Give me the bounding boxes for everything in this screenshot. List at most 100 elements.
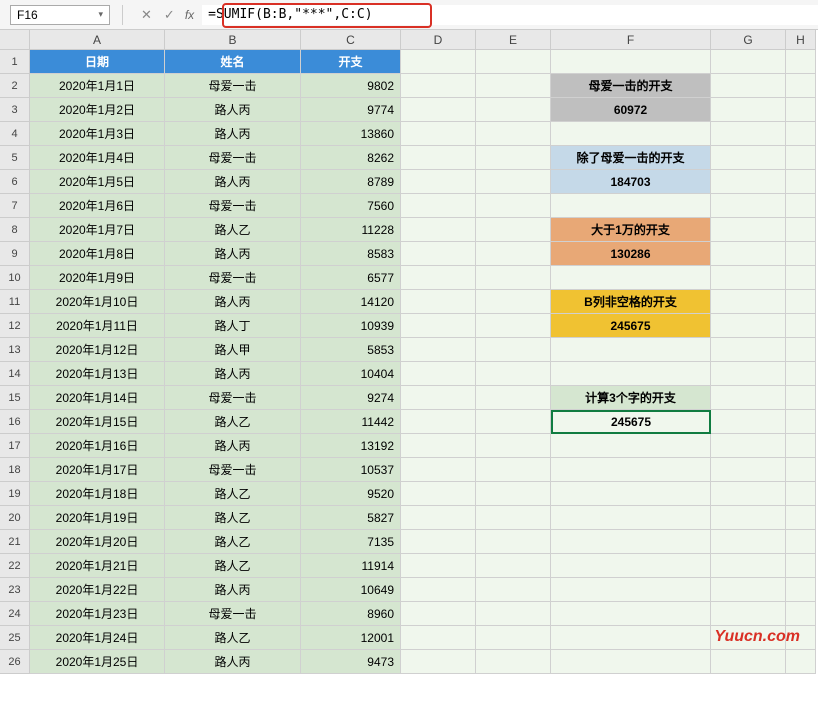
cell-c[interactable]: 14120 (301, 290, 401, 314)
cell-b[interactable]: 路人乙 (165, 218, 301, 242)
row-header[interactable]: 7 (0, 194, 30, 218)
cell[interactable] (476, 194, 551, 218)
cell-a[interactable]: 2020年1月2日 (30, 98, 165, 122)
cell-b[interactable]: 路人丙 (165, 170, 301, 194)
cell[interactable] (476, 506, 551, 530)
row-header[interactable]: 21 (0, 530, 30, 554)
summary-cell[interactable]: B列非空格的开支 (551, 290, 711, 314)
cell-b[interactable]: 路人丙 (165, 242, 301, 266)
cell-b[interactable]: 母爱一击 (165, 266, 301, 290)
cell-a[interactable]: 2020年1月18日 (30, 482, 165, 506)
cell[interactable] (711, 242, 786, 266)
cell-a[interactable]: 2020年1月6日 (30, 194, 165, 218)
row-header[interactable]: 10 (0, 266, 30, 290)
cell-b[interactable]: 路人乙 (165, 626, 301, 650)
cell-b[interactable]: 母爱一击 (165, 194, 301, 218)
row-header[interactable]: 12 (0, 314, 30, 338)
cell-a[interactable]: 2020年1月24日 (30, 626, 165, 650)
cell-c[interactable]: 11442 (301, 410, 401, 434)
cell[interactable] (476, 290, 551, 314)
cell-a[interactable]: 2020年1月5日 (30, 170, 165, 194)
cell-b[interactable]: 路人乙 (165, 530, 301, 554)
cell[interactable] (551, 338, 711, 362)
cell[interactable] (786, 194, 816, 218)
cell[interactable] (476, 578, 551, 602)
cell[interactable] (786, 242, 816, 266)
cell[interactable] (476, 266, 551, 290)
cell[interactable] (476, 170, 551, 194)
cell[interactable] (711, 122, 786, 146)
row-header[interactable]: 8 (0, 218, 30, 242)
cell[interactable] (476, 482, 551, 506)
cell[interactable] (711, 290, 786, 314)
cell-b[interactable]: 母爱一击 (165, 74, 301, 98)
cell[interactable] (401, 434, 476, 458)
cell-c[interactable]: 9473 (301, 650, 401, 674)
cell-a[interactable]: 2020年1月11日 (30, 314, 165, 338)
col-header[interactable]: A (30, 30, 165, 50)
cell[interactable] (476, 530, 551, 554)
col-header[interactable]: B (165, 30, 301, 50)
cell[interactable] (711, 482, 786, 506)
row-header[interactable]: 1 (0, 50, 30, 74)
cell-c[interactable]: 6577 (301, 266, 401, 290)
cell[interactable] (401, 98, 476, 122)
row-header[interactable]: 3 (0, 98, 30, 122)
cell[interactable] (551, 530, 711, 554)
formula-input[interactable] (202, 5, 818, 25)
cell-b[interactable]: 路人乙 (165, 410, 301, 434)
cell-b[interactable]: 路人丙 (165, 434, 301, 458)
cell[interactable] (551, 458, 711, 482)
row-header[interactable]: 25 (0, 626, 30, 650)
cell[interactable] (786, 602, 816, 626)
cell-c[interactable]: 11914 (301, 554, 401, 578)
row-header[interactable]: 14 (0, 362, 30, 386)
cell[interactable] (401, 338, 476, 362)
cell[interactable] (551, 50, 711, 74)
cell[interactable] (786, 554, 816, 578)
cell-c[interactable]: 9802 (301, 74, 401, 98)
cell[interactable] (551, 602, 711, 626)
cell-a[interactable]: 2020年1月1日 (30, 74, 165, 98)
cell[interactable] (786, 458, 816, 482)
row-header[interactable]: 6 (0, 170, 30, 194)
cell[interactable] (786, 290, 816, 314)
cell[interactable] (786, 482, 816, 506)
cell[interactable] (786, 170, 816, 194)
row-header[interactable]: 16 (0, 410, 30, 434)
cell[interactable] (786, 74, 816, 98)
cell-c[interactable]: 8789 (301, 170, 401, 194)
cell[interactable] (476, 434, 551, 458)
cell-a[interactable]: 2020年1月7日 (30, 218, 165, 242)
cell[interactable] (401, 266, 476, 290)
cell[interactable] (786, 146, 816, 170)
cell[interactable] (711, 314, 786, 338)
cell[interactable] (401, 602, 476, 626)
cell[interactable] (476, 602, 551, 626)
row-header[interactable]: 5 (0, 146, 30, 170)
row-header[interactable]: 13 (0, 338, 30, 362)
select-all-corner[interactable] (0, 30, 30, 50)
cell[interactable] (401, 122, 476, 146)
cell-c[interactable]: 5853 (301, 338, 401, 362)
row-header[interactable]: 18 (0, 458, 30, 482)
cell-a[interactable]: 2020年1月12日 (30, 338, 165, 362)
cell[interactable] (786, 386, 816, 410)
cell[interactable] (476, 386, 551, 410)
cell[interactable] (476, 410, 551, 434)
cell-c[interactable]: 13192 (301, 434, 401, 458)
fx-icon[interactable]: fx (185, 8, 194, 22)
cell-c[interactable]: 7560 (301, 194, 401, 218)
cell[interactable] (401, 170, 476, 194)
cell[interactable] (476, 650, 551, 674)
cell[interactable] (476, 146, 551, 170)
cell[interactable] (401, 650, 476, 674)
cell[interactable] (551, 626, 711, 650)
cell-a[interactable]: 2020年1月25日 (30, 650, 165, 674)
cell[interactable] (786, 530, 816, 554)
cell[interactable] (786, 50, 816, 74)
cell[interactable] (401, 74, 476, 98)
cell[interactable] (476, 50, 551, 74)
cell[interactable] (551, 122, 711, 146)
cell[interactable] (711, 266, 786, 290)
